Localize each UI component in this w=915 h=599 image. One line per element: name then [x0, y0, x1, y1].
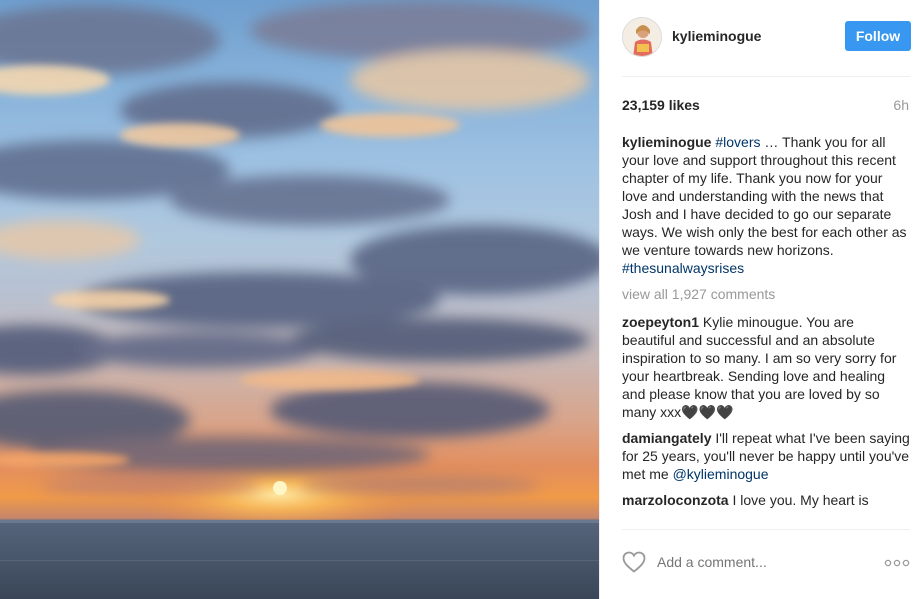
header-divider	[622, 76, 910, 77]
view-all-comments[interactable]: view all 1,927 comments	[622, 285, 910, 303]
comment-item: marzoloconzota I love you. My heart is	[622, 491, 910, 509]
post-time[interactable]: 6h	[893, 97, 909, 113]
post-username[interactable]: kylieminogue	[672, 28, 761, 44]
post-header: kylieminogue Follow	[600, 0, 915, 76]
comment-username[interactable]: marzoloconzota	[622, 492, 729, 508]
likes-count[interactable]: 23,159 likes	[622, 97, 700, 113]
heart-icon[interactable]	[622, 551, 646, 576]
footer-divider	[622, 529, 910, 530]
comment-text: I love you. My heart is	[728, 492, 869, 508]
caption-hashtag[interactable]: #lovers	[715, 134, 760, 150]
comments-list: kylieminogue #lovers … Thank you for all…	[622, 133, 910, 528]
comment-item: zoepeyton1 Kylie minougue. You are beaut…	[622, 313, 910, 421]
heart-icon-graphic	[622, 551, 646, 573]
caption: kylieminogue #lovers … Thank you for all…	[622, 133, 910, 277]
caption-text: … Thank you for all your love and suppor…	[622, 134, 907, 258]
avatar-image	[623, 18, 661, 56]
comment-username[interactable]: damiangately	[622, 430, 711, 446]
caption-hashtag-2[interactable]: #thesunalwaysrises	[622, 260, 744, 276]
add-comment-input[interactable]	[657, 554, 827, 570]
sunset-photo-graphic	[0, 0, 599, 599]
profile-avatar[interactable]	[622, 17, 662, 57]
follow-button[interactable]: Follow	[845, 21, 911, 51]
post-side-panel: kylieminogue Follow 23,159 likes 6h kyli…	[599, 0, 915, 599]
comment-username[interactable]: zoepeyton1	[622, 314, 699, 330]
post-photo[interactable]	[0, 0, 599, 599]
more-options-icon[interactable]	[884, 556, 910, 570]
comment-item: damiangately I'll repeat what I've been …	[622, 429, 910, 483]
caption-username[interactable]: kylieminogue	[622, 134, 711, 150]
more-options-icon-graphic	[884, 559, 910, 567]
comment-mention[interactable]: @kylieminogue	[673, 466, 769, 482]
instagram-post: kylieminogue Follow 23,159 likes 6h kyli…	[0, 0, 915, 599]
